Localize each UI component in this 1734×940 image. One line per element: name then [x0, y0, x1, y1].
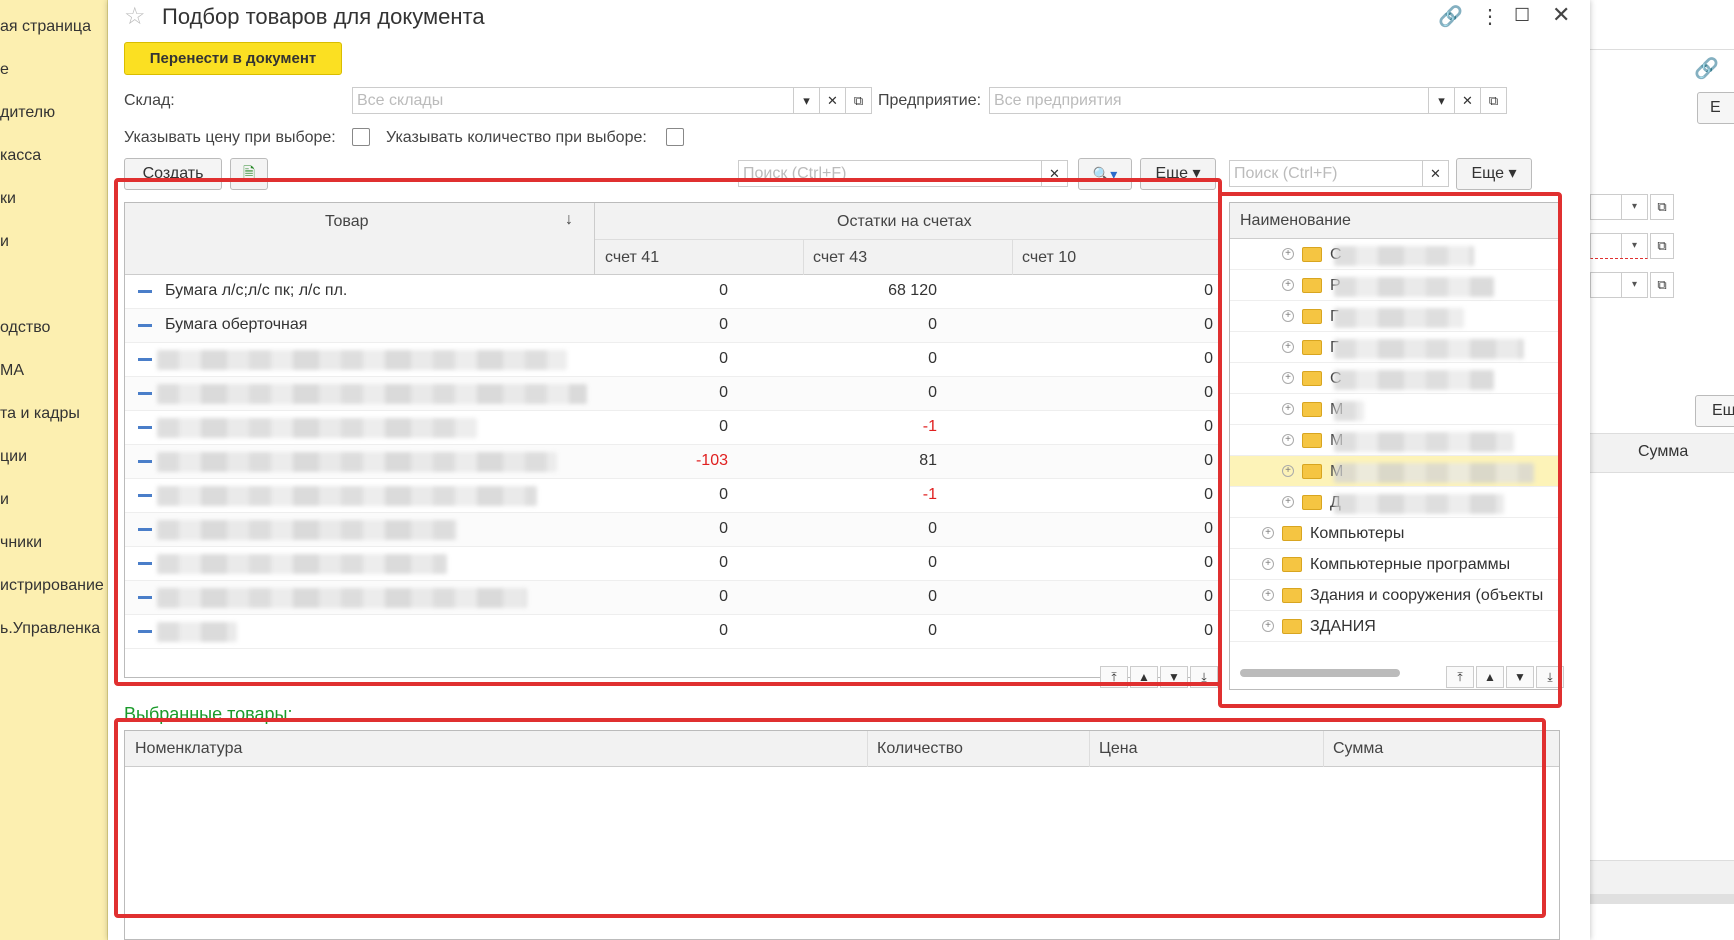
nav-item[interactable]: ь.Управленка: [0, 620, 100, 638]
nav-item[interactable]: МА: [0, 362, 24, 380]
open-icon[interactable]: ⧉: [1650, 194, 1674, 220]
background-topstrip: [1590, 0, 1734, 50]
enterprise-field[interactable]: Все предприятия ▾ ✕ ⧉: [989, 87, 1507, 114]
chevron-down-icon[interactable]: ▾: [1428, 88, 1454, 113]
transfer-to-document-button[interactable]: Перенести в документ: [124, 42, 342, 75]
qty-on-select-label: Указывать количество при выборе:: [386, 129, 647, 146]
nav-item[interactable]: ции: [0, 448, 27, 466]
link-icon[interactable]: 🔗: [1438, 4, 1463, 29]
nav-item[interactable]: и: [0, 491, 9, 509]
annotation-frame-groups: [1218, 192, 1562, 708]
nav-item[interactable]: дителю: [0, 104, 55, 122]
background-combo-3[interactable]: ▾: [1590, 272, 1648, 298]
qty-on-select-checkbox[interactable]: [666, 128, 684, 146]
nav-item[interactable]: ки: [0, 190, 16, 208]
open-icon[interactable]: ⧉: [845, 88, 871, 113]
dialog-title: Подбор товаров для документа: [162, 4, 485, 29]
chevron-down-icon[interactable]: ▾: [1621, 195, 1647, 219]
warehouse-field[interactable]: Все склады ▾ ✕ ⧉: [352, 87, 872, 114]
open-icon[interactable]: ⧉: [1650, 233, 1674, 259]
groups-more-label: Еще: [1471, 165, 1505, 182]
nav-item[interactable]: та и кадры: [0, 405, 80, 423]
background-sum-label: Сумма: [1638, 443, 1689, 460]
clear-icon[interactable]: ✕: [1454, 88, 1480, 113]
groups-search-input[interactable]: Поиск (Ctrl+F) ✕: [1229, 160, 1449, 187]
nav-item[interactable]: е: [0, 61, 9, 79]
background-combo-1[interactable]: ▾: [1590, 194, 1648, 220]
warehouse-label: Склад:: [124, 92, 175, 109]
nav-item[interactable]: ая страница: [0, 18, 91, 36]
open-icon[interactable]: ⧉: [1480, 88, 1506, 113]
enterprise-label: Предприятие:: [878, 92, 982, 109]
background-scrollbar[interactable]: [1590, 894, 1734, 904]
background-button-e[interactable]: Е: [1697, 92, 1734, 124]
nav-item[interactable]: истрирование: [0, 577, 104, 595]
price-on-select-label: Указывать цену при выборе:: [124, 129, 336, 146]
open-icon[interactable]: ⧉: [1650, 272, 1674, 298]
maximize-icon[interactable]: ☐: [1514, 5, 1530, 26]
annotation-frame-goods: [114, 178, 1222, 686]
annotation-frame-selected: [114, 718, 1546, 918]
link-icon[interactable]: 🔗: [1694, 56, 1719, 81]
nav-item[interactable]: касса: [0, 147, 41, 165]
price-on-select-checkbox[interactable]: [352, 128, 370, 146]
selection-dialog: ☆ Подбор товаров для документа 🔗 ⋮ ☐ ✕ П…: [108, 0, 1590, 940]
nav-item[interactable]: одство: [0, 319, 50, 337]
background-more-label: Ещ: [1712, 402, 1734, 419]
groups-search-placeholder: Поиск (Ctrl+F): [1234, 165, 1338, 182]
nav-item[interactable]: чники: [0, 534, 42, 552]
close-icon[interactable]: ✕: [1552, 2, 1570, 28]
warehouse-placeholder: Все склады: [357, 92, 444, 109]
left-navigation: ая страница е дителю касса ки и одство МА та и к…: [0, 0, 108, 940]
nav-item[interactable]: и: [0, 233, 9, 251]
background-combo-2[interactable]: ▾: [1590, 233, 1648, 259]
chevron-down-icon[interactable]: ▾: [1621, 273, 1647, 297]
clear-icon[interactable]: ✕: [819, 88, 845, 113]
groups-more-button[interactable]: Еще ▾: [1456, 158, 1532, 190]
star-icon[interactable]: ☆: [124, 2, 146, 31]
background-button-e-label: Е: [1710, 99, 1721, 116]
more-vertical-icon[interactable]: ⋮: [1480, 4, 1500, 29]
background-footer: [1590, 860, 1734, 894]
enterprise-placeholder: Все предприятия: [994, 92, 1122, 109]
chevron-down-icon[interactable]: ▾: [793, 88, 819, 113]
chevron-down-icon[interactable]: ▾: [1621, 234, 1647, 258]
clear-icon[interactable]: ✕: [1422, 161, 1448, 186]
background-sum-header: Сумма: [1590, 433, 1734, 473]
background-more-button[interactable]: Ещ: [1695, 395, 1734, 427]
